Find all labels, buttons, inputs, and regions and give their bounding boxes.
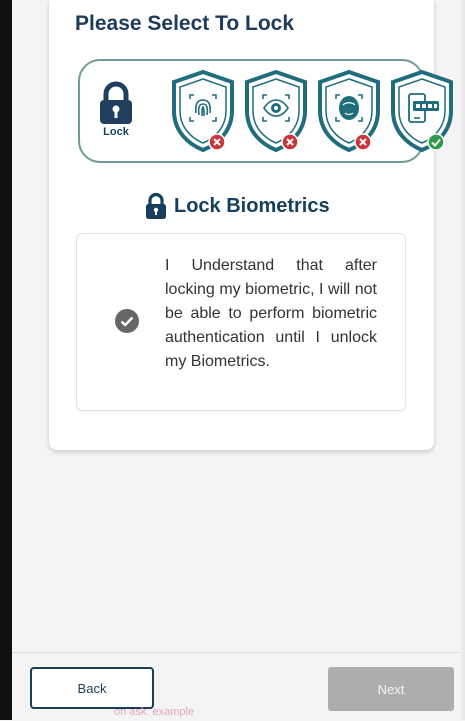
padlock-icon <box>100 81 132 124</box>
device-shield-icon <box>391 69 453 153</box>
padlock-icon <box>146 192 166 219</box>
lock-tab-label: Lock <box>103 126 129 138</box>
device-bezel-right <box>461 0 465 720</box>
section-title: Lock Biometrics <box>174 194 330 217</box>
consent-box[interactable]: I Understand that after locking my biome… <box>76 233 406 411</box>
check-circle-icon[interactable] <box>114 308 140 334</box>
lock-tab: Lock <box>86 79 146 151</box>
fingerprint-shield-icon <box>172 69 234 153</box>
face-shield-icon <box>318 69 380 153</box>
eye-shield-icon <box>245 69 307 153</box>
red-x-icon <box>281 133 299 151</box>
watermark-text: on ask. example <box>114 706 195 718</box>
device-option[interactable] <box>387 69 457 155</box>
red-x-icon <box>354 133 372 151</box>
fingerprint-option[interactable] <box>168 69 238 155</box>
biometric-options: Lock <box>78 59 453 163</box>
face-option[interactable] <box>314 69 384 155</box>
next-button[interactable]: Next <box>328 667 454 711</box>
consent-text: I Understand that after locking my biome… <box>165 257 377 370</box>
footer-bar: Back Next on ask. example <box>12 652 461 721</box>
green-check-icon <box>427 133 445 151</box>
lock-card: Please Select To Lock Lock Lock Biometri… <box>49 0 453 450</box>
page-title: Please Select To Lock <box>75 12 295 35</box>
app-screen: Please Select To Lock Lock Lock Biometri… <box>12 0 461 721</box>
lock-biometrics-header: Lock Biometrics <box>144 192 330 220</box>
red-x-icon <box>208 133 226 151</box>
iris-option[interactable] <box>241 69 311 155</box>
back-button[interactable]: Back <box>30 667 154 709</box>
device-bezel-left <box>0 0 12 720</box>
